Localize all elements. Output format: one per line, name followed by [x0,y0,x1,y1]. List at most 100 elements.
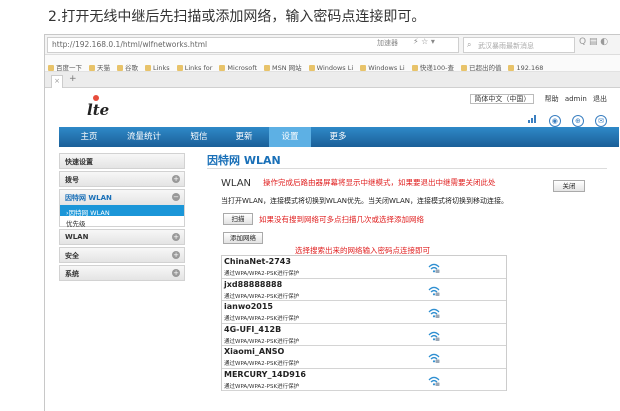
sidebar-subitem-internet-wlan[interactable]: ›因特网 WLAN [59,205,185,217]
accelerator-label[interactable]: 加速器 [377,38,398,48]
favorite-link[interactable]: 快递100-查 [411,62,454,71]
network-security: 通过WPA/WPA2-PSK进行保护 [224,383,300,390]
router-admin-page: lte 简体中文（中国） 帮助 admin 退出 ◉ ⊕ ✉ 主页 流量统计 短… [59,91,619,411]
bookmark-star-icon[interactable]: ⚡ ☆ ▾ [413,37,435,46]
mail-icon[interactable]: ✉ [595,115,607,127]
sidebar-item-system[interactable]: 系统 + [59,265,185,281]
wifi-signal-icon [428,331,440,341]
new-tab-button[interactable]: + [69,74,77,84]
favorite-link[interactable]: 谷歌 [117,62,138,71]
wlan-content: 因特网 WLAN WLAN 操作完成后路由器屏幕将显示中继模式，如果要退出中继需… [193,151,617,411]
expand-icon[interactable]: + [172,233,180,241]
settings-sidebar: 快速设置 拨号 + 因特网 WLAN − ›因特网 WLAN 优先级 WLAN + 安… [59,153,185,283]
page-title: 因特网 WLAN [207,154,281,167]
folder-icon [89,65,95,71]
nav-update[interactable]: 更新 [223,127,265,147]
signal-icon [527,113,538,125]
router-header: lte 简体中文（中国） 帮助 admin 退出 ◉ ⊕ ✉ [59,91,619,127]
sidebar-item-security[interactable]: 安全 + [59,247,185,263]
browser-tools-icon[interactable]: Q ▤ ◐ [579,37,608,47]
favorite-link[interactable]: Windows Li [308,64,353,71]
network-row[interactable]: Xiaomi_ANSO 通过WPA/WPA2-PSK进行保护 [222,346,506,369]
wlan-description: 当打开WLAN，连接模式将切换到WLAN优先。当关闭WLAN，连接模式将切换到移… [221,197,509,205]
add-network-button[interactable]: 添加网络 [223,232,263,244]
sidebar-item-dialup[interactable]: 拨号 + [59,171,185,187]
user-name: admin [564,95,587,103]
favorite-link[interactable]: Microsoft [219,64,257,71]
folder-icon [117,65,123,71]
folder-icon [460,65,467,71]
nav-more[interactable]: 更多 [317,127,359,147]
network-row[interactable]: MERCURY_14D916 通过WPA/WPA2-PSK进行保护 [222,368,506,391]
favorites-bar: 百度一下 天猫 谷歌 Links Links for Microsoft MSN 网站 Win… [45,55,620,72]
favorite-link[interactable]: 已超出的值 [460,62,501,71]
network-row[interactable]: ianwo2015 通过WPA/WPA2-PSK进行保护 [222,301,506,324]
network-list: ChinaNet-2743 通过WPA/WPA2-PSK进行保护 jxd888888… [221,255,507,391]
expand-icon[interactable]: + [172,175,180,183]
sidebar-item-wlan[interactable]: WLAN + [59,229,185,245]
close-tab-icon[interactable]: × [54,77,60,85]
wifi-signal-icon [428,286,440,296]
network-security: 通过WPA/WPA2-PSK进行保护 [224,316,300,322]
network-ssid: 4G-UFI_412B [224,324,282,334]
wifi-signal-icon [428,263,440,273]
folder-icon [145,65,151,71]
network-ssid: ianwo2015 [224,302,273,311]
wlan-close-button[interactable]: 关闭 [553,180,585,192]
scan-button[interactable]: 扫描 [223,213,253,225]
network-security: 通过WPA/WPA2-PSK进行保护 [224,361,300,367]
favorite-link[interactable]: 192.168 [508,64,543,71]
favorite-link[interactable]: Links [145,64,170,71]
nav-settings[interactable]: 设置 [269,127,311,147]
divider [207,168,607,169]
header-links: 简体中文（中国） 帮助 admin 退出 [466,94,607,104]
wifi-signal-icon [428,308,440,318]
network-ssid: jxd88888888 [224,279,283,289]
sidebar-item-quick-setup[interactable]: 快速设置 [59,153,185,169]
folder-icon [176,65,183,71]
network-ssid: Xiaomi_ANSO [224,347,285,356]
lte-logo: lte [87,101,110,119]
logout-link[interactable]: 退出 [593,95,607,103]
wlan-heading: WLAN [221,178,252,189]
expand-icon[interactable]: + [172,251,180,259]
wifi-signal-icon [428,353,440,363]
nav-traffic[interactable]: 流量统计 [115,127,173,147]
annotation-close-note: 操作完成后路由器屏幕将显示中继模式，如果要退出中继需要关闭此处 [263,178,496,187]
internet-icon: ⊕ [571,115,584,127]
network-row[interactable]: jxd88888888 通过WPA/WPA2-PSK进行保护 [222,278,506,301]
favorite-link[interactable]: Windows Li [360,64,405,71]
nav-home[interactable]: 主页 [71,127,107,147]
expand-icon[interactable]: + [172,269,180,277]
folder-icon [48,65,54,71]
browser-tab[interactable]: × [51,75,63,88]
favorite-link[interactable]: MSN 网站 [264,62,302,71]
network-row[interactable]: ChinaNet-2743 通过WPA/WPA2-PSK进行保护 [222,256,506,279]
folder-icon [508,65,515,71]
network-row[interactable]: 4G-UFI_412B 通过WPA/WPA2-PSK进行保护 [222,323,506,346]
favorite-link[interactable]: Links for [176,64,212,71]
nav-sms[interactable]: 短信 [179,127,219,147]
status-icons: ◉ ⊕ ✉ [522,108,607,127]
sidebar-item-internet-wlan[interactable]: 因特网 WLAN − [59,189,185,205]
network-security: 通过WPA/WPA2-PSK进行保护 [224,338,300,345]
favorite-link[interactable]: 百度一下 [48,62,82,71]
folder-icon [219,65,226,71]
wifi-signal-icon [428,376,440,386]
tutorial-caption: 2.打开无线中继后先扫描或添加网络，输入密码点连接即可。 [48,9,426,25]
help-link[interactable]: 帮助 [545,95,559,103]
network-security: 通过WPA/WPA2-PSK进行保护 [224,271,300,277]
url-path: /html/wlfnetworks.html [120,40,208,49]
language-select[interactable]: 简体中文（中国） [470,94,535,104]
folder-icon [360,65,367,71]
url-prefix: http:// [52,40,75,49]
annotation-scan-note: 如果没有搜到网络可多点扫描几次或选择添加网络 [259,215,424,224]
wifi-icon: ◉ [548,115,561,127]
search-input[interactable]: ⌕ 武汉暴雨最新消息 [463,37,575,53]
folder-icon [308,65,315,71]
collapse-icon[interactable]: − [172,193,180,201]
sidebar-subitem-priority[interactable]: 优先级 [59,216,185,228]
favorite-link[interactable]: 天猫 [89,62,110,71]
search-placeholder: 武汉暴雨最新消息 [478,42,534,50]
browser-window: http://192.168.0.1/html/wlfnetworks.html… [44,34,620,411]
